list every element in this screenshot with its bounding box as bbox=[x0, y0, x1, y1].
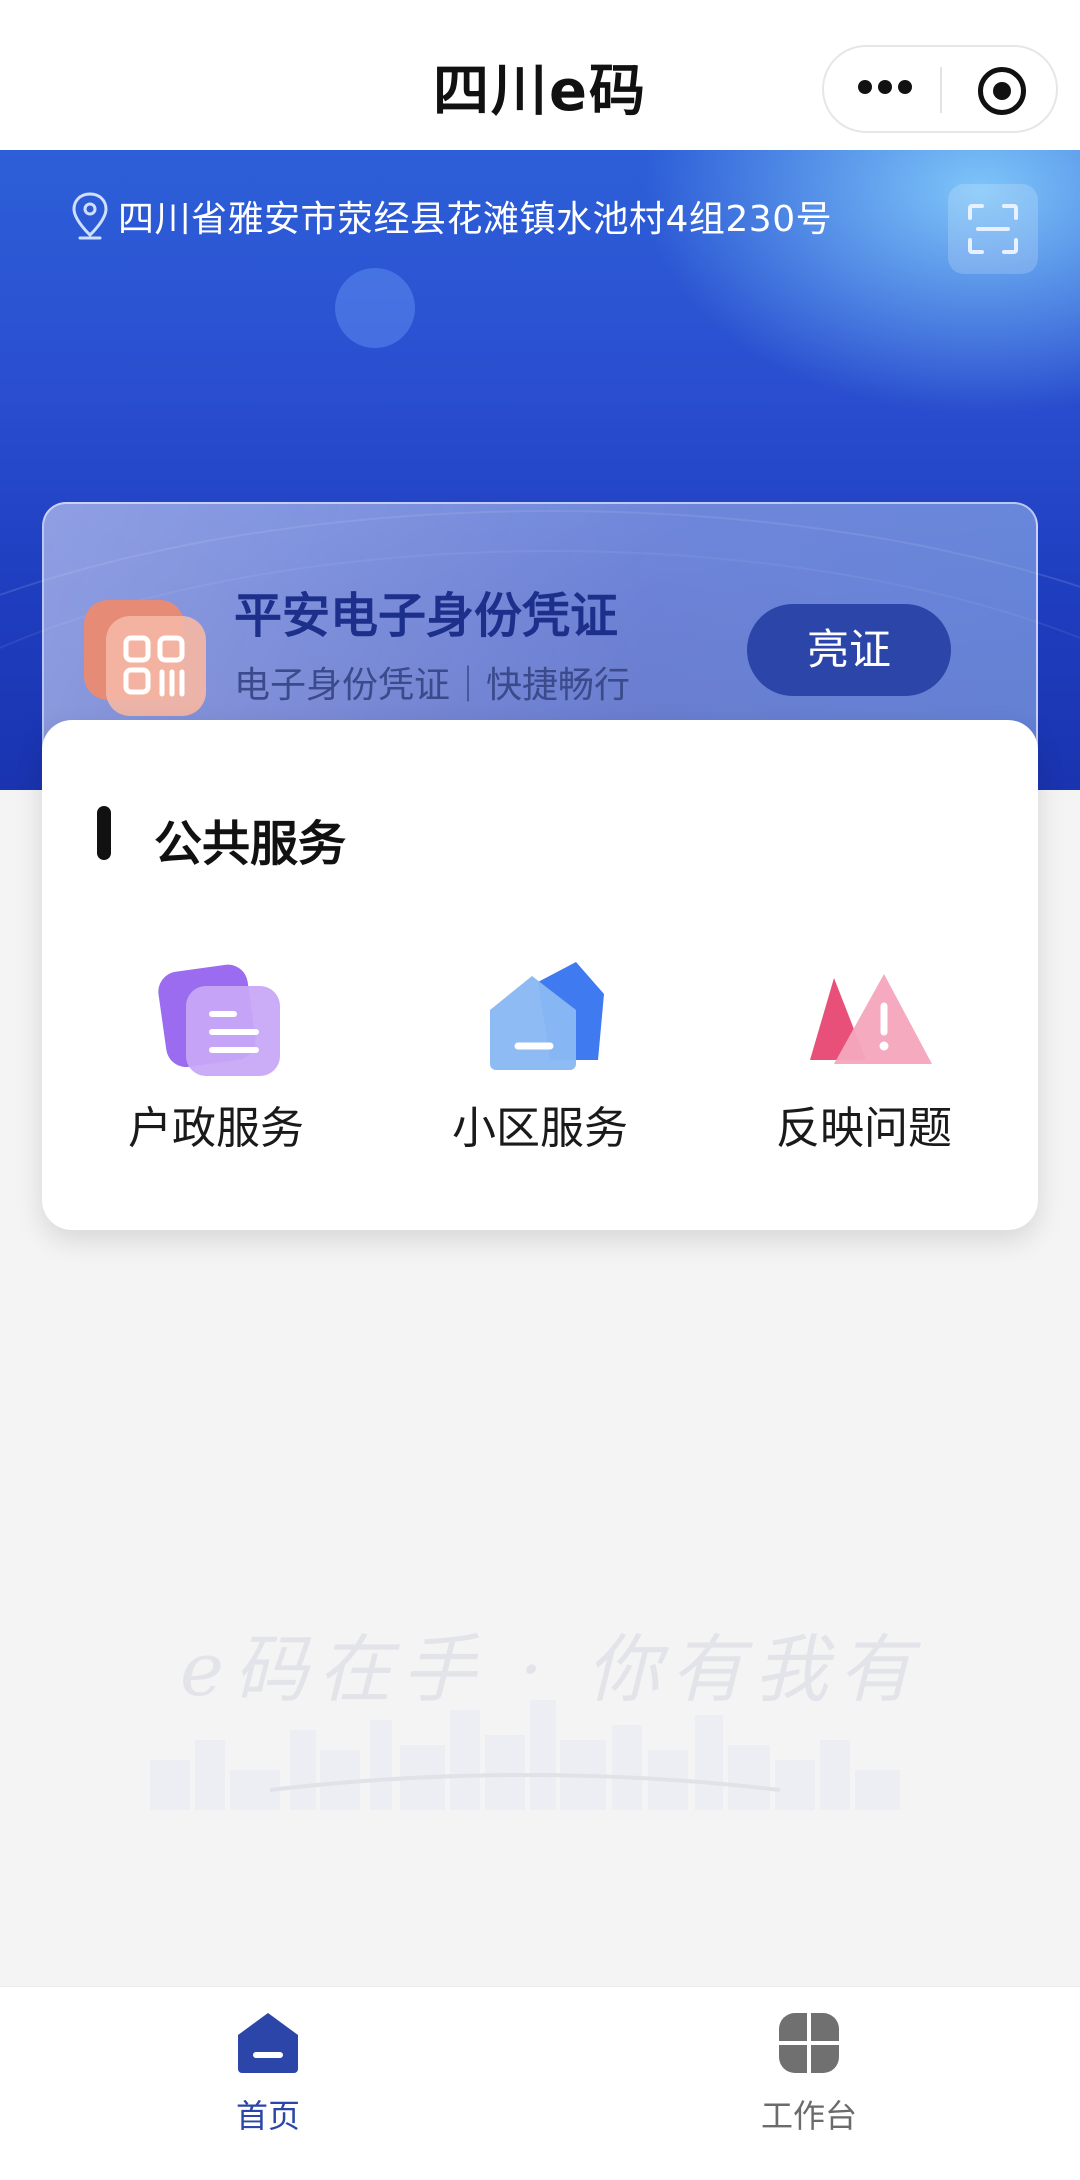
service-label: 户政服务 bbox=[128, 1103, 304, 1154]
scan-button[interactable] bbox=[948, 184, 1038, 274]
show-credential-button[interactable]: 亮证 bbox=[747, 604, 951, 696]
section-title: 公共服务 bbox=[154, 816, 347, 872]
home-icon bbox=[238, 2013, 298, 2073]
title-bar: 四川e码 bbox=[0, 0, 1080, 150]
workbench-icon bbox=[779, 2013, 839, 2073]
mini-program-capsule bbox=[822, 45, 1058, 133]
qr-credential-icon bbox=[84, 600, 206, 716]
location-row: 四川省雅安市荥经县花滩镇水池村4组230号 bbox=[70, 186, 832, 246]
service-label: 反映问题 bbox=[776, 1103, 952, 1154]
service-household[interactable]: 户政服务 bbox=[96, 960, 336, 1154]
decor-bubble bbox=[335, 268, 415, 348]
section-marker bbox=[97, 806, 111, 860]
more-dots-icon[interactable] bbox=[858, 79, 918, 99]
city-skyline-graphic bbox=[150, 1700, 900, 1810]
service-feedback[interactable]: 反映问题 bbox=[744, 960, 984, 1154]
tab-label: 首页 bbox=[235, 2097, 300, 2135]
public-services-card: 公共服务 户政服务 小区服务 反映问题 bbox=[42, 720, 1038, 1230]
slogan-watermark: e码在手 · 你有我有 bbox=[150, 1610, 912, 1820]
capsule-divider bbox=[940, 67, 942, 113]
warning-icon bbox=[810, 974, 932, 1064]
target-icon[interactable] bbox=[978, 67, 1026, 115]
credential-subtitle: 电子身份凭证｜快捷畅行 bbox=[234, 665, 631, 706]
tab-label: 工作台 bbox=[760, 2097, 857, 2135]
credential-title: 平安电子身份凭证 bbox=[234, 588, 619, 644]
community-house-icon bbox=[490, 962, 604, 1070]
address-text: 四川省雅安市荥经县花滩镇水池村4组230号 bbox=[118, 199, 833, 240]
household-doc-icon bbox=[158, 964, 280, 1076]
hero-banner: 四川省雅安市荥经县花滩镇水池村4组230号 平安电子身份凭证 电子身份凭证｜快捷… bbox=[0, 150, 1080, 790]
service-label: 小区服务 bbox=[452, 1103, 628, 1154]
service-community[interactable]: 小区服务 bbox=[420, 960, 660, 1154]
tab-home[interactable]: 首页 bbox=[168, 2011, 368, 2137]
scan-icon bbox=[968, 204, 1018, 254]
tab-workbench[interactable]: 工作台 bbox=[709, 2011, 909, 2137]
location-pin-icon bbox=[72, 192, 108, 240]
tab-bar: 首页 工作台 bbox=[0, 1986, 1080, 2180]
